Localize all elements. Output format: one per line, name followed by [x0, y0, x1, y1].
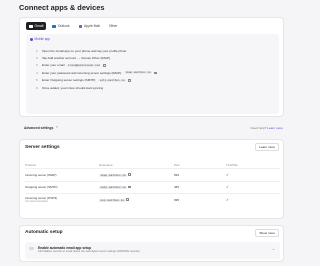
hostname-code[interactable]: imap.mailbox.io: [99, 173, 128, 177]
advanced-settings-label: Advanced settings: [24, 126, 54, 130]
learn-more-link[interactable]: Learn more: [267, 126, 283, 130]
protocol-cell: Incoming server (IMAP): [25, 173, 99, 177]
protocol-text: Incoming server (IMAP): [25, 172, 57, 177]
step-item: 4 Enter your password and incoming serve…: [36, 69, 157, 76]
step-text: Enter Outgoing server settings (SMTP):: [42, 78, 97, 83]
chevron-down-icon[interactable]: ⌄: [272, 247, 275, 251]
step-item: 5 Enter Outgoing server settings (SMTP):…: [36, 77, 157, 84]
table-row: Outgoing server (SMTP) smtp.mailbox.io 4…: [25, 180, 280, 194]
step-item: 3 Enter your email ilana@acmeleads.com: [36, 62, 157, 69]
step-number: 1: [36, 48, 38, 53]
tab-label: Outlook: [57, 24, 70, 28]
hostname-cell: smtp.mailbox.io: [99, 185, 174, 190]
step-number: 6: [36, 85, 38, 90]
guide-heading: Mobile app: [30, 37, 50, 41]
tab-label: Other: [108, 24, 118, 28]
help-prefix: Need help?: [250, 126, 267, 130]
step-number: 3: [36, 63, 38, 68]
apple-mail-icon: [78, 24, 83, 28]
col-header: TLS/SSL: [226, 162, 239, 167]
setting-title: Enable automatic email app setup: [38, 245, 92, 250]
connect-card: Gmail Outlook Apple Mail Other Mobile ap…: [19, 17, 284, 117]
tab-apple-mail[interactable]: Apple Mail: [76, 22, 103, 30]
hostname-cell: pop.mailbox.io: [99, 198, 174, 202]
col-header: Hostname: [99, 162, 113, 167]
guide-heading-text: Mobile app: [34, 37, 51, 41]
tab-other[interactable]: Other: [106, 22, 120, 30]
hostname-code[interactable]: smtp.mailbox.io: [99, 186, 128, 190]
protocol-text: Outgoing server (SMTP): [25, 185, 58, 190]
port-cell: 465: [174, 185, 180, 190]
button-label: Learn more: [259, 145, 275, 149]
port-cell: 993: [174, 172, 180, 177]
step-text: Enter your email: [42, 63, 65, 68]
tab-gmail[interactable]: Gmail: [26, 22, 47, 30]
section-title: Server settings: [25, 145, 60, 150]
step-item: 1 Open the Gmail app on your phone and t…: [36, 47, 157, 54]
protocol-note: (not recommended): [25, 200, 48, 204]
hostname-code[interactable]: pop.mailbox.io: [99, 198, 126, 202]
table-row: Incoming server (IMAP) imap.mailbox.io 9…: [25, 168, 280, 181]
check-icon: ✓: [226, 197, 230, 202]
button-label: Show more: [259, 231, 275, 235]
port-cell: 995: [174, 197, 180, 202]
help-text: Need help? Learn more: [250, 126, 283, 130]
copy-icon[interactable]: [154, 71, 157, 75]
step-text: Once added, your inbox should start sync…: [42, 85, 104, 90]
server-table: Protocol Hostname Port TLS/SSL Incoming …: [25, 161, 280, 206]
outlook-icon: [52, 24, 56, 28]
copy-icon[interactable]: [128, 173, 131, 176]
page-title: Connect apps & devices: [19, 3, 105, 12]
tab-outlook[interactable]: Outlook: [49, 22, 72, 30]
app-tabs: Gmail Outlook Apple Mail Other: [26, 22, 120, 30]
step-list: 1 Open the Gmail app on your phone and t…: [36, 47, 157, 91]
setup-instructions: Mobile app 1 Open the Gmail app on your …: [26, 34, 279, 114]
step-number: 2: [36, 56, 38, 61]
step-number: 4: [36, 70, 38, 75]
setting-description: Add Mailbox records so email clients can…: [38, 250, 140, 253]
learn-more-button[interactable]: Learn more: [255, 143, 279, 151]
automatic-setup-card: Automatic setup Show more Enable automat…: [19, 225, 284, 262]
copy-icon[interactable]: [128, 185, 131, 189]
chevron-up-icon: ⌃: [55, 126, 59, 130]
toggle-icon[interactable]: [29, 247, 34, 250]
section-title: Automatic setup: [25, 230, 63, 235]
tab-label: Gmail: [34, 24, 44, 28]
step-number: 5: [36, 78, 38, 83]
protocol-cell: Incoming server (POP3) (not recommended): [25, 196, 99, 203]
gmail-icon: [29, 24, 33, 28]
step-text: Enter your password and incoming server …: [42, 70, 122, 75]
hostname-cell: imap.mailbox.io: [99, 173, 174, 177]
show-more-button[interactable]: Show more: [255, 229, 279, 237]
step-text: Open the Gmail app on your phone and tap…: [42, 48, 127, 53]
table-row: Incoming server (POP3) (not recommended)…: [25, 193, 280, 206]
step-item: 2 Tap Add another account → choose Other…: [36, 54, 157, 61]
step-text: Tap Add another account → choose Other (…: [42, 56, 111, 61]
server-settings-card: Server settings Learn more Protocol Host…: [19, 139, 284, 219]
smtp-host-code[interactable]: smtp.mailbox.io: [98, 78, 127, 82]
check-icon: ✓: [226, 172, 230, 177]
email-code[interactable]: ilana@acmeleads.com: [66, 63, 102, 67]
col-header: Protocol: [25, 162, 37, 167]
imap-host-code[interactable]: imap.mailbox.io: [123, 71, 153, 75]
phone-icon: [30, 37, 33, 41]
protocol-cell: Outgoing server (SMTP): [25, 185, 99, 189]
table-header: Protocol Hostname Port TLS/SSL: [25, 161, 280, 168]
auto-setup-setting[interactable]: Enable automatic email app setup Add Mai…: [25, 242, 280, 259]
tab-label: Apple Mail: [84, 24, 100, 28]
step-item: 6 Once added, your inbox should start sy…: [36, 84, 157, 91]
copy-icon[interactable]: [128, 79, 131, 82]
check-icon: ✓: [226, 185, 230, 190]
copy-icon[interactable]: [103, 64, 106, 67]
col-header: Port: [174, 162, 180, 167]
copy-icon[interactable]: [126, 198, 129, 201]
advanced-settings-toggle[interactable]: Advanced settings ⌃: [24, 126, 58, 130]
